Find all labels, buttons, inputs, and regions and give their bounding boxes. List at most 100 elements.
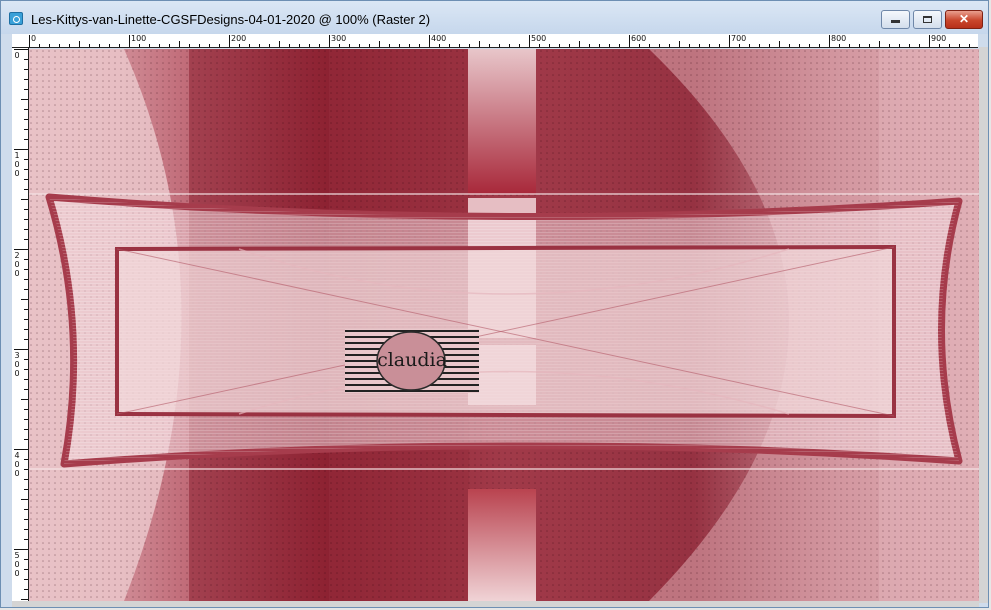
- ruler-tick: [24, 79, 28, 80]
- ruler-tick: [24, 479, 28, 480]
- ruler-tick: [309, 44, 310, 47]
- image-window: Les-Kittys-van-Linette-CGSFDesigns-04-01…: [0, 0, 989, 608]
- ruler-tick: [719, 44, 720, 47]
- ruler-tick: [909, 44, 910, 47]
- ruler-tick: [329, 35, 330, 47]
- ruler-label: 700: [731, 34, 747, 43]
- ruler-tick: [399, 44, 400, 47]
- ruler-tick: [639, 44, 640, 47]
- ruler-tick: [459, 44, 460, 47]
- ruler-tick: [24, 309, 28, 310]
- ruler-tick: [24, 589, 28, 590]
- ruler-tick: [24, 219, 28, 220]
- ruler-tick: [24, 519, 28, 520]
- ruler-tick: [99, 44, 100, 47]
- ruler-tick: [24, 139, 28, 140]
- ruler-tick: [759, 44, 760, 47]
- ruler-tick: [219, 44, 220, 47]
- image-canvas[interactable]: claudia: [29, 49, 979, 601]
- ruler-tick: [29, 35, 30, 47]
- ruler-tick: [21, 599, 28, 600]
- ruler-tick: [789, 44, 790, 47]
- canvas-artwork: [29, 49, 979, 601]
- ruler-label: 400: [14, 451, 20, 478]
- ruler-label: 0: [31, 34, 37, 43]
- ruler-tick: [379, 41, 380, 47]
- ruler-tick: [109, 44, 110, 47]
- ruler-tick: [24, 339, 28, 340]
- ruler-tick: [24, 539, 28, 540]
- ruler-tick: [24, 209, 28, 210]
- minimize-button[interactable]: [881, 10, 910, 29]
- ruler-tick: [919, 44, 920, 47]
- ruler-tick: [509, 44, 510, 47]
- ruler-tick: [249, 44, 250, 47]
- ruler-tick: [14, 449, 28, 450]
- ruler-tick: [579, 41, 580, 47]
- ruler-tick: [239, 44, 240, 47]
- ruler-tick: [469, 44, 470, 47]
- ruler-tick: [799, 44, 800, 47]
- ruler-tick: [879, 41, 880, 47]
- ruler-tick: [769, 44, 770, 47]
- ruler-tick: [209, 44, 210, 47]
- ruler-tick: [24, 179, 28, 180]
- ruler-tick: [49, 44, 50, 47]
- vertical-ruler[interactable]: 0 100 200 300 400 500: [12, 48, 29, 601]
- ruler-tick: [849, 44, 850, 47]
- ruler-tick: [21, 99, 28, 100]
- ruler-tick: [24, 289, 28, 290]
- maximize-button[interactable]: [913, 10, 942, 29]
- ruler-tick: [59, 44, 60, 47]
- ruler-tick: [24, 189, 28, 190]
- ruler-label: 300: [14, 351, 20, 378]
- horizontal-ruler[interactable]: 0 100 200 300 400 500 600 700 800 900: [12, 34, 978, 48]
- ruler-tick: [189, 44, 190, 47]
- ruler-tick: [599, 44, 600, 47]
- ruler-tick: [369, 44, 370, 47]
- ruler-tick: [24, 579, 28, 580]
- ruler-tick: [969, 44, 970, 47]
- horizontal-scrollbar[interactable]: [12, 601, 979, 607]
- ruler-tick: [24, 509, 28, 510]
- ruler-tick: [24, 459, 28, 460]
- ruler-tick: [499, 44, 500, 47]
- ruler-tick: [24, 129, 28, 130]
- ruler-label: 100: [14, 151, 20, 178]
- ruler-label: 100: [131, 34, 147, 43]
- ruler-tick: [959, 44, 960, 47]
- ruler-tick: [729, 35, 730, 47]
- ruler-tick: [929, 35, 930, 47]
- ruler-tick: [899, 44, 900, 47]
- vertical-scrollbar[interactable]: [979, 47, 988, 603]
- ruler-tick: [14, 149, 28, 150]
- ruler-tick: [14, 249, 28, 250]
- ruler-tick: [24, 369, 28, 370]
- ruler-tick: [14, 349, 28, 350]
- ruler-tick: [449, 44, 450, 47]
- title-bar[interactable]: Les-Kittys-van-Linette-CGSFDesigns-04-01…: [1, 1, 988, 34]
- ruler-tick: [629, 35, 630, 47]
- ruler-tick: [199, 44, 200, 47]
- ruler-tick: [24, 379, 28, 380]
- minimize-icon: [891, 20, 900, 23]
- ruler-tick: [21, 399, 28, 400]
- ruler-tick: [859, 44, 860, 47]
- ruler-tick: [24, 59, 28, 60]
- close-button[interactable]: ✕: [945, 10, 983, 29]
- ruler-tick: [159, 44, 160, 47]
- window-title: Les-Kittys-van-Linette-CGSFDesigns-04-01…: [31, 12, 431, 27]
- ruler-tick: [14, 49, 28, 50]
- ruler-tick: [229, 35, 230, 47]
- ruler-tick: [24, 169, 28, 170]
- ruler-tick: [299, 44, 300, 47]
- ruler-tick: [479, 41, 480, 47]
- ruler-tick: [519, 44, 520, 47]
- ruler-tick: [419, 44, 420, 47]
- ruler-tick: [21, 299, 28, 300]
- ruler-tick: [949, 44, 950, 47]
- ruler-tick: [869, 44, 870, 47]
- ruler-tick: [24, 469, 28, 470]
- ruler-tick: [349, 44, 350, 47]
- ruler-tick: [24, 359, 28, 360]
